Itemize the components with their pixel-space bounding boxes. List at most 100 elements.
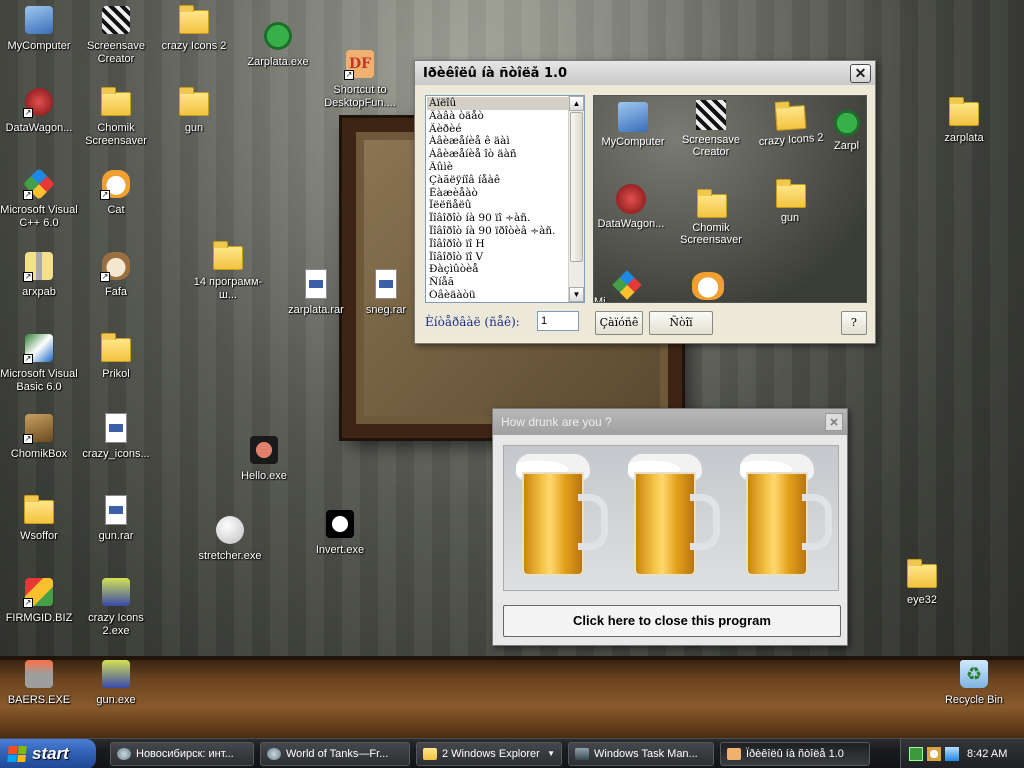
effects-list-item[interactable]: Ïîâîðîò ïî H [427,238,568,251]
scroll-thumb[interactable] [570,112,583,262]
desktop-icon-baers[interactable]: BAERS.EXE [0,658,81,707]
desktop-icon-mycomputer[interactable]: MyComputer [0,4,81,53]
beer-mug-icon [740,454,836,584]
desktop-icon-screensave-creator[interactable]: Screensave Creator [74,4,158,66]
beer-mug-icon [516,454,612,584]
desktop-icon-14-programs[interactable]: 14 программ-ш... [186,240,270,302]
face-icon [324,508,356,540]
effects-list-item[interactable]: Äûìè [427,161,568,174]
desktop-icon-crazy-icons-2[interactable]: crazy Icons 2 [152,4,236,53]
taskbar-item-novosibirsk[interactable]: Новосибирск: инт... [110,741,254,766]
clock[interactable]: 8:42 AM [967,748,1007,760]
preview-icon-visual-cpp: Mi [594,270,654,302]
desktop-icon-chomikbox[interactable]: ↗ ChomikBox [0,412,81,461]
effects-list-item[interactable]: Ñíåã [427,276,568,289]
close-button[interactable]: ✕ [850,63,871,83]
effects-list-item[interactable]: Àâèæåíèå îò äàñ [427,148,568,161]
stop-effect-button[interactable]: Ñòîï [649,311,713,335]
taskbar-item-task-manager[interactable]: Windows Task Man... [568,741,714,766]
desktop-icon-gun-folder[interactable]: gun [152,86,236,135]
start-button[interactable]: start [0,738,96,768]
desktop-icon-datawagon[interactable]: ↗ DataWagon... [0,86,81,135]
preview-icon-zarplata: Zarpl [834,110,866,152]
desktop-icon-cat[interactable]: ↗ Cat [74,168,158,217]
clapperboard-icon [100,4,132,36]
visual-cpp-icon [612,270,642,300]
sberbank-logo-icon [834,110,860,136]
desktop-icon-desktopfun-shortcut[interactable]: DF ↗ Shortcut to DesktopFun.... [318,48,402,110]
scroll-up-button[interactable]: ▲ [569,96,584,111]
cat-tray-icon[interactable] [927,746,941,761]
drunk-titlebar[interactable]: How drunk are you ? ✕ [493,409,847,435]
effects-list-item[interactable]: Äàâà òäåò [427,110,568,123]
desktop-icon-hello-exe[interactable]: Hello.exe [222,434,306,483]
cat-icon [692,272,724,300]
desktop-icon-gun-rar[interactable]: gun.rar [74,494,158,543]
baers-icon [23,658,55,690]
desktop-icon-zarplata-folder[interactable]: zarplata [922,96,1006,145]
taskbar-item-windows-explorer[interactable]: 2 Windows Explorer ▼ [416,741,562,766]
firmgid-icon: ↗ [23,576,55,608]
beer-mug-icon [628,454,724,584]
taskbar-item-world-of-tanks[interactable]: World of Tanks—Fr... [260,741,410,766]
interval-input[interactable] [537,311,579,331]
start-effect-button[interactable]: Çàïóñê [595,311,643,335]
clapperboard-icon [696,100,726,130]
folder-icon [23,494,55,526]
folder-icon [423,747,437,760]
computer-icon [618,102,648,132]
zip-archive-icon: ↗ [23,250,55,282]
desktop-icon-visual-basic[interactable]: ↗ Microsoft Visual Basic 6.0 [0,332,81,394]
effects-list-item[interactable]: Óâèäàòü [427,289,568,302]
browser-icon [267,747,281,760]
exe-icon [100,658,132,690]
desktop-icon-wsoffor[interactable]: Wsoffor [0,494,81,543]
desktop-icon-fafa[interactable]: ↗ Fafa [74,250,158,299]
desktop-icon-gun-exe[interactable]: gun.exe [74,658,158,707]
effects-list-item[interactable]: Àâèæåíèå ê äàì [427,135,568,148]
desktopfun-titlebar[interactable]: Ïðèêîëû íà ñòîëå 1.0 ✕ [415,61,875,85]
desktop-icon-visual-cpp[interactable]: ↗ Microsoft Visual C++ 6.0 [0,168,81,230]
effects-list-item[interactable]: Ïëëñåëû [427,199,568,212]
desktop-icon-crazy-icons-exe[interactable]: crazy Icons 2.exe [74,576,158,638]
desktop-icon-stretcher-exe[interactable]: stretcher.exe [188,514,272,563]
scroll-down-button[interactable]: ▼ [569,287,584,302]
green-status-icon[interactable] [909,746,923,761]
visual-basic-icon: ↗ [23,332,55,364]
effects-list-item[interactable]: Äèðèé [427,123,568,136]
chevron-down-icon: ▼ [547,749,555,758]
effects-list-item[interactable]: Ðàçìûòèå [427,263,568,276]
computer-icon [23,4,55,36]
desktop-icon-invert-exe[interactable]: Invert.exe [298,508,382,557]
effects-list-item[interactable]: Çàãëÿíîâ íåàê [427,174,568,187]
datawagon-icon [616,184,646,214]
desktop-icon-firmgid[interactable]: ↗ FIRMGID.BIZ [0,576,81,625]
desktop-icon-eye32[interactable]: eye32 [880,558,964,607]
desktop-icon-chomik-screensaver[interactable]: Chomik Screensaver [74,86,158,148]
effects-list-item[interactable]: Ïîâîðîò íà 90 ïðîòèâ ÷àñ. [427,225,568,238]
effects-list-item[interactable]: Ïîâîðîò ïî V [427,251,568,264]
desktop-icon-zarplata-exe[interactable]: Zarplata.exe [236,20,320,69]
network-icon[interactable] [945,746,959,761]
drunk-window-title: How drunk are you ? [501,415,612,429]
sberbank-logo-icon [262,20,294,52]
desktop-icon-prikol[interactable]: Prikol [74,332,158,381]
desktop-icon-arxpab[interactable]: ↗ arxpab [0,250,81,299]
interval-label: Èíòåðâàë (ñåê): [425,315,520,329]
close-program-button[interactable]: Click here to close this program [503,605,841,637]
folder-icon [178,4,210,36]
desktop-icon-recycle-bin[interactable]: ♻ Recycle Bin [932,658,1016,707]
drunk-close-x-button[interactable]: ✕ [825,413,843,431]
effects-list-scrollbar[interactable]: ▲ ▼ [568,96,584,302]
effects-list-item[interactable]: Àïëîû [427,97,568,110]
recycle-bin-icon: ♻ [958,658,990,690]
cat-icon: ↗ [100,168,132,200]
desktop-icon-crazy-icons-doc[interactable]: crazy_icons... [74,412,158,461]
effects-list-item[interactable]: Êàæèåàò [427,187,568,200]
folder-icon [212,240,244,272]
system-tray: 8:42 AM [900,738,1024,768]
help-button[interactable]: ? [841,311,867,335]
taskbar-item-desktopfun[interactable]: Ïðèêîëû íà ñòîëå 1.0 [720,741,870,766]
effects-list-item[interactable]: Ïîâîðîò íà 90 ïî ÷àñ. [427,212,568,225]
effects-list[interactable]: Àïëîû Äàâà òäåò Äèðèé Àâèæåíèå ê äàì Àâèæåíè… [425,95,585,303]
